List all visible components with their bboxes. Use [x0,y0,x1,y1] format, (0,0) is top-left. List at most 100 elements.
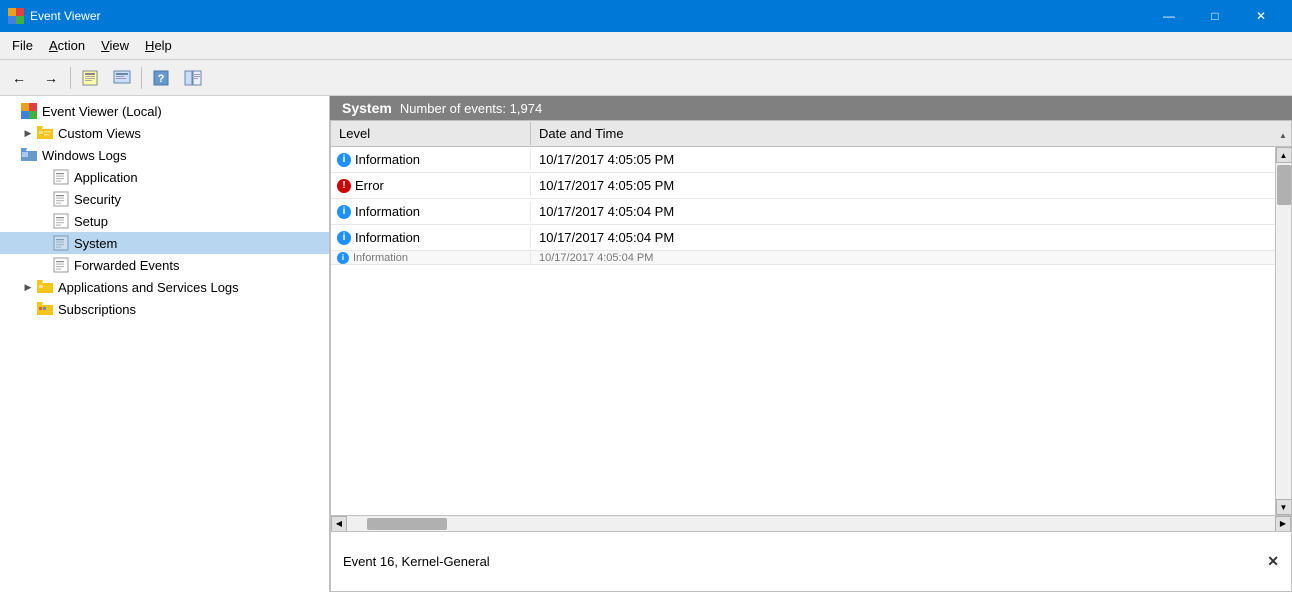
app-services-icon [36,278,54,296]
app-services-label: Applications and Services Logs [58,280,239,295]
open-saved-log-button[interactable] [75,64,105,92]
date-cell: 10/17/2017 4:05:04 PM [531,201,1275,222]
date-cell: 10/17/2017 4:05:05 PM [531,149,1275,170]
table-row[interactable]: ! Error 10/17/2017 4:05:05 PM [331,173,1275,199]
level-cell: i Information [331,227,531,248]
windows-logs-label: Windows Logs [42,148,127,163]
application-label: Application [74,170,138,185]
events-header: System Number of events: 1,974 [330,96,1292,120]
svg-text:?: ? [158,73,165,85]
scroll-thumb[interactable] [1277,165,1291,205]
table-row-partial: i Information 10/17/2017 4:05:04 PM [331,251,1275,265]
title-bar: Event Viewer — □ ✕ [0,0,1292,32]
event-detail-panel: Event 16, Kernel-General ✕ [330,532,1292,592]
tree-item-forwarded-events[interactable]: Forwarded Events [0,254,329,276]
tree-item-setup[interactable]: Setup [0,210,329,232]
system-label: System [74,236,117,251]
col-header-level: Level [331,122,531,145]
back-button[interactable]: ← [4,64,34,92]
tree-panel: Event Viewer (Local) ▶ Custom Views ▼ [0,96,330,592]
info-icon: i [337,153,351,167]
tree-root[interactable]: Event Viewer (Local) [0,100,329,122]
partial-level-cell: i Information [331,251,531,265]
setup-icon [52,212,70,230]
minimize-button[interactable]: — [1146,0,1192,32]
hscroll-thumb[interactable] [367,518,447,530]
tree-item-windows-logs[interactable]: ▼ Windows Logs [0,144,329,166]
toolbar: ← → ? [0,60,1292,96]
forward-button[interactable]: → [36,64,66,92]
tree-item-app-services[interactable]: ▶ Applications and Services Logs [0,276,329,298]
right-panel: System Number of events: 1,974 Level Dat… [330,96,1292,592]
scroll-up-header[interactable]: ▲ [1275,127,1291,140]
table-body-area: i Information 10/17/2017 4:05:05 PM ! Er… [331,147,1291,515]
tree-item-custom-views[interactable]: ▶ Custom Views [0,122,329,144]
info-icon: i [337,205,351,219]
tree-item-system[interactable]: System [0,232,329,254]
create-custom-view-button[interactable] [107,64,137,92]
windows-logs-icon [20,146,38,164]
event-detail-close-button[interactable]: ✕ [1267,553,1279,570]
app-services-expand-arrow: ▶ [20,282,36,293]
level-label: Information [355,204,420,219]
date-cell: 10/17/2017 4:05:04 PM [531,227,1275,248]
custom-views-label: Custom Views [58,126,141,141]
level-label: Information [355,230,420,245]
date-cell: 10/17/2017 4:05:05 PM [531,175,1275,196]
col-header-date: Date and Time [531,122,1275,145]
tree-item-application[interactable]: Application [0,166,329,188]
error-icon: ! [337,179,351,193]
tree-item-security[interactable]: Security [0,188,329,210]
main-layout: Event Viewer (Local) ▶ Custom Views ▼ [0,96,1292,592]
level-label: Information [355,152,420,167]
window-title: Event Viewer [30,9,1146,23]
table-row[interactable]: i Information 10/17/2017 4:05:04 PM [331,199,1275,225]
hscroll-left-arrow[interactable]: ◀ [331,516,347,532]
partial-level-label: Information [353,252,408,264]
forwarded-events-icon [52,256,70,274]
hscroll-right-arrow[interactable]: ▶ [1275,516,1291,532]
subscriptions-icon [36,300,54,318]
level-cell: ! Error [331,175,531,196]
show-hide-button[interactable] [178,64,208,92]
menu-file[interactable]: File [4,34,41,57]
toolbar-separator-1 [70,67,71,89]
scroll-down-arrow[interactable]: ▼ [1276,499,1292,515]
scroll-up-arrow[interactable]: ▲ [1276,147,1292,163]
level-cell: i Information [331,201,531,222]
level-label: Error [355,178,384,193]
vertical-scrollbar[interactable]: ▲ ▼ [1275,147,1291,515]
menu-bar: File Action View Help [0,32,1292,60]
table-row[interactable]: i Information 10/17/2017 4:05:05 PM [331,147,1275,173]
root-label: Event Viewer (Local) [42,104,162,119]
close-button[interactable]: ✕ [1238,0,1284,32]
event-detail-title: Event 16, Kernel-General [343,554,490,569]
events-table: Level Date and Time ▲ i Information [330,120,1292,532]
partial-date-cell: 10/17/2017 4:05:04 PM [531,251,1275,265]
security-label: Security [74,192,121,207]
forwarded-events-label: Forwarded Events [74,258,180,273]
table-rows: i Information 10/17/2017 4:05:05 PM ! Er… [331,147,1275,515]
window-controls: — □ ✕ [1146,0,1284,32]
subscriptions-label: Subscriptions [58,302,136,317]
menu-view[interactable]: View [93,34,137,57]
custom-views-expand-arrow: ▶ [20,128,36,139]
security-icon [52,190,70,208]
horizontal-scrollbar: ◀ ▶ [331,515,1291,531]
maximize-button[interactable]: □ [1192,0,1238,32]
help-button[interactable]: ? [146,64,176,92]
menu-help[interactable]: Help [137,34,180,57]
level-cell: i Information [331,149,531,170]
menu-action[interactable]: Action [41,34,93,57]
events-count: Number of events: 1,974 [400,101,542,116]
table-row[interactable]: i Information 10/17/2017 4:05:04 PM [331,225,1275,251]
partial-info-icon: i [337,252,349,264]
app-icon [8,8,24,24]
system-icon [52,234,70,252]
col-scroll-spacer: ▲ [1275,127,1291,140]
events-table-header: Level Date and Time ▲ [331,121,1291,147]
tree-item-subscriptions[interactable]: Subscriptions [0,298,329,320]
events-panel-title: System [342,100,392,116]
custom-views-icon [36,124,54,142]
setup-label: Setup [74,214,108,229]
